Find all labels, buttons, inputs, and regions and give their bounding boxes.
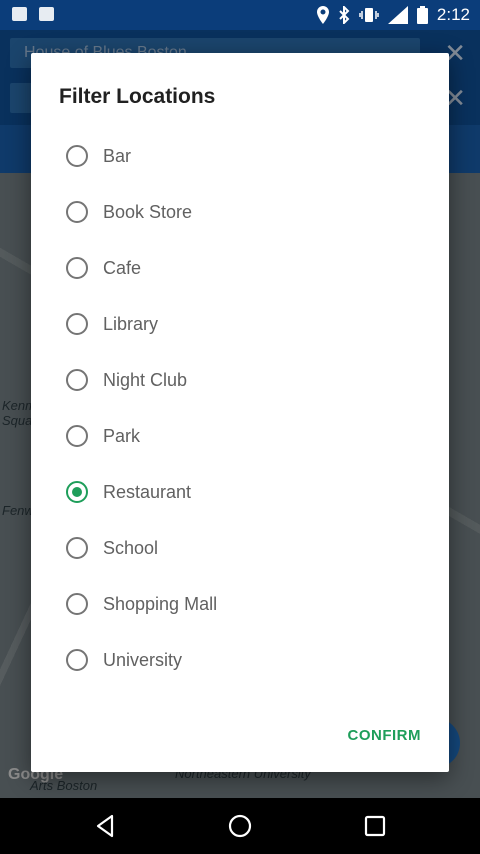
radio-button[interactable] — [66, 369, 88, 391]
option-book-store[interactable]: Book Store — [31, 184, 449, 240]
option-restaurant[interactable]: Restaurant — [31, 464, 449, 520]
option-label: School — [103, 537, 159, 558]
option-shopping-mall[interactable]: Shopping Mall — [31, 576, 449, 632]
option-university[interactable]: University — [31, 632, 449, 688]
option-label: Restaurant — [103, 481, 192, 502]
battery-icon — [416, 6, 428, 24]
status-bar: 2:12 — [0, 0, 480, 30]
radio-button[interactable] — [66, 425, 88, 447]
status-time: 2:12 — [436, 5, 470, 24]
home-icon[interactable] — [226, 812, 254, 840]
recents-icon[interactable] — [361, 812, 389, 840]
option-label: Library — [103, 313, 159, 334]
option-night-club[interactable]: Night Club — [31, 352, 449, 408]
radio-button[interactable] — [66, 257, 88, 279]
option-label: University — [103, 649, 183, 670]
option-label: Night Club — [103, 369, 188, 390]
outlook-icon — [12, 7, 27, 21]
image-icon — [39, 7, 54, 21]
dialog-title: Filter Locations — [59, 85, 216, 108]
option-label: Shopping Mall — [103, 593, 218, 614]
radio-button[interactable] — [66, 593, 88, 615]
option-label: Cafe — [103, 257, 142, 278]
radio-button[interactable] — [66, 537, 88, 559]
radio-button[interactable] — [66, 201, 88, 223]
bluetooth-icon — [339, 6, 350, 24]
option-school[interactable]: School — [31, 520, 449, 576]
option-cafe[interactable]: Cafe — [31, 240, 449, 296]
back-icon[interactable] — [92, 812, 120, 840]
vibrate-icon — [359, 8, 379, 22]
option-label: Park — [103, 425, 141, 446]
radio-button[interactable] — [66, 313, 88, 335]
radio-button[interactable] — [66, 145, 88, 167]
lte-signal-icon — [387, 6, 408, 24]
option-label: Book Store — [103, 201, 193, 222]
radio-button-checked[interactable] — [66, 481, 88, 503]
confirm-button[interactable]: CONFIRM — [348, 727, 422, 744]
option-park[interactable]: Park — [31, 408, 449, 464]
navigation-bar — [0, 798, 480, 854]
option-label: Bar — [103, 145, 132, 166]
location-icon — [316, 6, 329, 24]
radio-button[interactable] — [66, 649, 88, 671]
option-bar[interactable]: Bar — [31, 128, 449, 184]
option-library[interactable]: Library — [31, 296, 449, 352]
filter-dialog: Filter Locations Bar Book Store Cafe Lib… — [31, 53, 449, 772]
